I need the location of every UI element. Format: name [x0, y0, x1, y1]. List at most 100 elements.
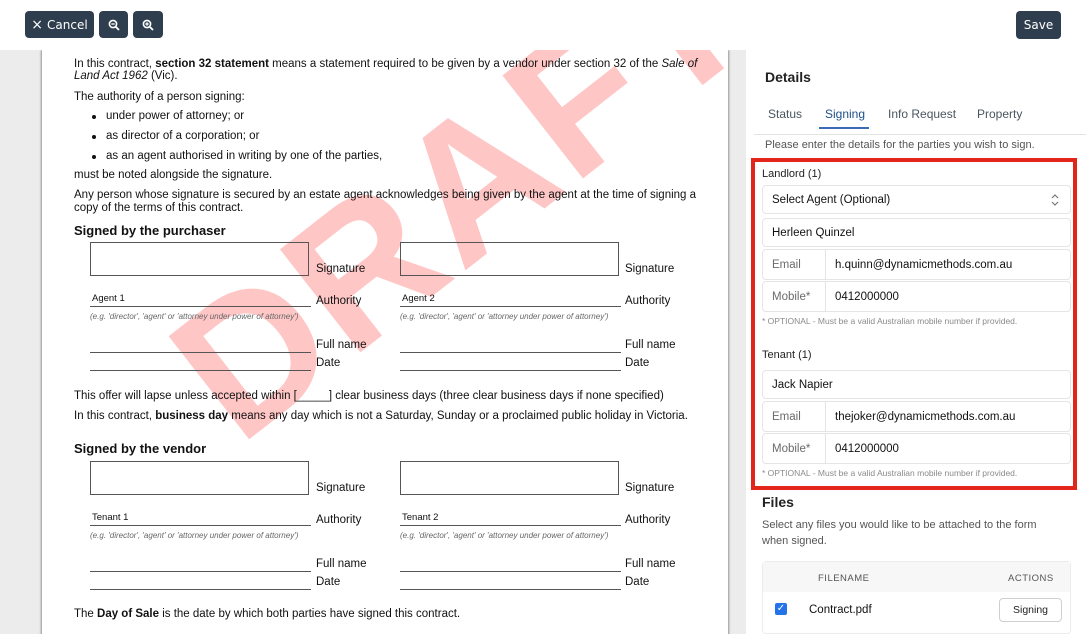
select-agent-dropdown[interactable]: Select Agent (Optional) [762, 185, 1071, 214]
para-day-of-sale: The Day of Sale is the date by which bot… [74, 608, 460, 621]
para-text: means any day which is not a Saturday, S… [228, 410, 688, 422]
date-label: Date [625, 357, 650, 369]
email-label: Email [763, 402, 826, 431]
para-text: In this contract, [74, 410, 156, 422]
landlord-name-value: Herleen Quinzel [772, 226, 855, 239]
tenant-name-value: Jack Napier [772, 378, 833, 391]
cancel-button[interactable]: × Cancel [25, 11, 94, 38]
tenant-email-value: thejoker@dynamicmethods.com.au [835, 410, 1016, 423]
mobile-label: Mobile* [763, 282, 826, 311]
chevron-updown-icon [1051, 193, 1059, 206]
purchaser-authority-value-2: Agent 2 [402, 293, 435, 304]
fullname-line [90, 571, 311, 572]
email-label: Email [763, 250, 826, 279]
signature-label: Signature [316, 263, 366, 275]
para-text: The [74, 608, 98, 620]
bullet-item: under power of attorney; or [106, 110, 245, 122]
date-label: Date [316, 357, 341, 369]
para-authority: The authority of a person signing: [74, 91, 245, 103]
document-viewer[interactable]: DRAFT In this contract, section 32 state… [0, 50, 746, 634]
vendor-heading: Signed by the vendor [74, 441, 207, 456]
zoom-in-icon [142, 19, 154, 31]
tab-label: Property [977, 107, 1023, 121]
signature-label: Signature [316, 482, 366, 494]
mobile-label: Mobile* [763, 434, 826, 463]
tenant-email-field[interactable]: Email thejoker@dynamicmethods.com.au [762, 401, 1071, 432]
authority-label: Authority [316, 514, 362, 526]
tenant-mobile-note: * OPTIONAL - Must be a valid Australian … [762, 468, 1018, 478]
fullname-label: Full name [316, 558, 367, 570]
landlord-mobile-field[interactable]: Mobile* 0412000000 [762, 281, 1071, 312]
para-bold: business day [155, 410, 229, 422]
signature-label: Signature [625, 482, 675, 494]
landlord-heading: Landlord (1) [762, 168, 822, 180]
tab-info-request[interactable]: Info Request [888, 107, 956, 121]
purchaser-signature-box-1 [90, 242, 309, 276]
tab-label: Info Request [888, 107, 957, 121]
files-description-line2: when signed. [762, 535, 827, 547]
authority-line [400, 306, 621, 307]
para-agent-ack-line2: copy of the terms of this contract. [74, 202, 244, 214]
landlord-mobile-note: * OPTIONAL - Must be a valid Australian … [762, 316, 1018, 326]
save-button-label: Save [1023, 18, 1054, 32]
tenant-mobile-field[interactable]: Mobile* 0412000000 [762, 433, 1071, 464]
purchaser-authority-value-1: Agent 1 [92, 293, 125, 304]
files-table-header: FILENAME ACTIONS [763, 562, 1070, 592]
authority-hint: (e.g. 'director', 'agent' or 'attorney u… [90, 531, 299, 540]
tenant-heading: Tenant (1) [762, 349, 812, 361]
para-text: means a statement required to be given b… [268, 58, 662, 70]
para-agent-ack: Any person whose signature is secured by… [74, 189, 697, 201]
date-line [400, 370, 621, 371]
files-heading: Files [762, 494, 794, 510]
vendor-signature-box-1 [90, 461, 309, 495]
bullet-dot [92, 115, 96, 119]
tab-property[interactable]: Property [977, 107, 1022, 121]
file-checkbox[interactable]: ✓ [775, 603, 787, 615]
tab-status[interactable]: Status [768, 107, 802, 121]
signing-button[interactable]: Signing [999, 598, 1062, 622]
para-business-day: In this contract, business day means any… [74, 410, 688, 423]
date-label: Date [316, 576, 341, 588]
landlord-email-field[interactable]: Email h.quinn@dynamicmethods.com.au [762, 249, 1071, 280]
authority-line [400, 525, 621, 526]
zoom-out-button[interactable] [99, 11, 128, 38]
bullet-item: as director of a corporation; or [106, 130, 260, 142]
zoom-in-button[interactable] [133, 11, 163, 38]
zoom-out-icon [108, 19, 120, 31]
signature-label: Signature [625, 263, 675, 275]
fullname-line [400, 352, 621, 353]
save-button[interactable]: Save [1016, 11, 1061, 39]
fullname-line [400, 571, 621, 572]
para-bold: section 32 statement [155, 58, 269, 70]
purchaser-heading: Signed by the purchaser [74, 223, 226, 238]
landlord-name-field[interactable]: Herleen Quinzel [762, 218, 1071, 247]
para-text: is the date by which both parties have s… [159, 608, 461, 620]
tenant-name-field[interactable]: Jack Napier [762, 370, 1071, 399]
authority-hint: (e.g. 'director', 'agent' or 'attorney u… [400, 312, 609, 321]
date-line [90, 589, 311, 590]
details-title: Details [765, 69, 811, 85]
para-text: (Vic). [147, 70, 178, 82]
para-italic: Sale of [661, 58, 698, 70]
bullet-dot [92, 135, 96, 139]
date-label: Date [625, 576, 650, 588]
para-section32-line2: Land Act 1962 (Vic). [74, 70, 178, 83]
authority-line [90, 525, 311, 526]
para-text: In this contract, [74, 58, 156, 70]
signing-instruction: Please enter the details for the parties… [765, 139, 1035, 151]
fullname-label: Full name [316, 339, 367, 351]
purchaser-signature-box-2 [400, 242, 619, 276]
vendor-authority-value-1: Tenant 1 [92, 512, 129, 523]
tab-signing[interactable]: Signing [825, 107, 865, 121]
fullname-label: Full name [625, 558, 676, 570]
cancel-button-label: Cancel [47, 17, 88, 32]
document-page: DRAFT In this contract, section 32 state… [42, 50, 746, 634]
authority-hint: (e.g. 'director', 'agent' or 'attorney u… [90, 312, 299, 321]
details-panel: Details Status Signing Info Request Prop… [746, 50, 1086, 634]
date-line [400, 589, 621, 590]
tabs-divider [754, 134, 1086, 135]
landlord-mobile-value: 0412000000 [835, 290, 899, 303]
fullname-label: Full name [625, 339, 676, 351]
active-tab-indicator [819, 127, 869, 129]
para-italic: Land Act 1962 [74, 70, 148, 82]
